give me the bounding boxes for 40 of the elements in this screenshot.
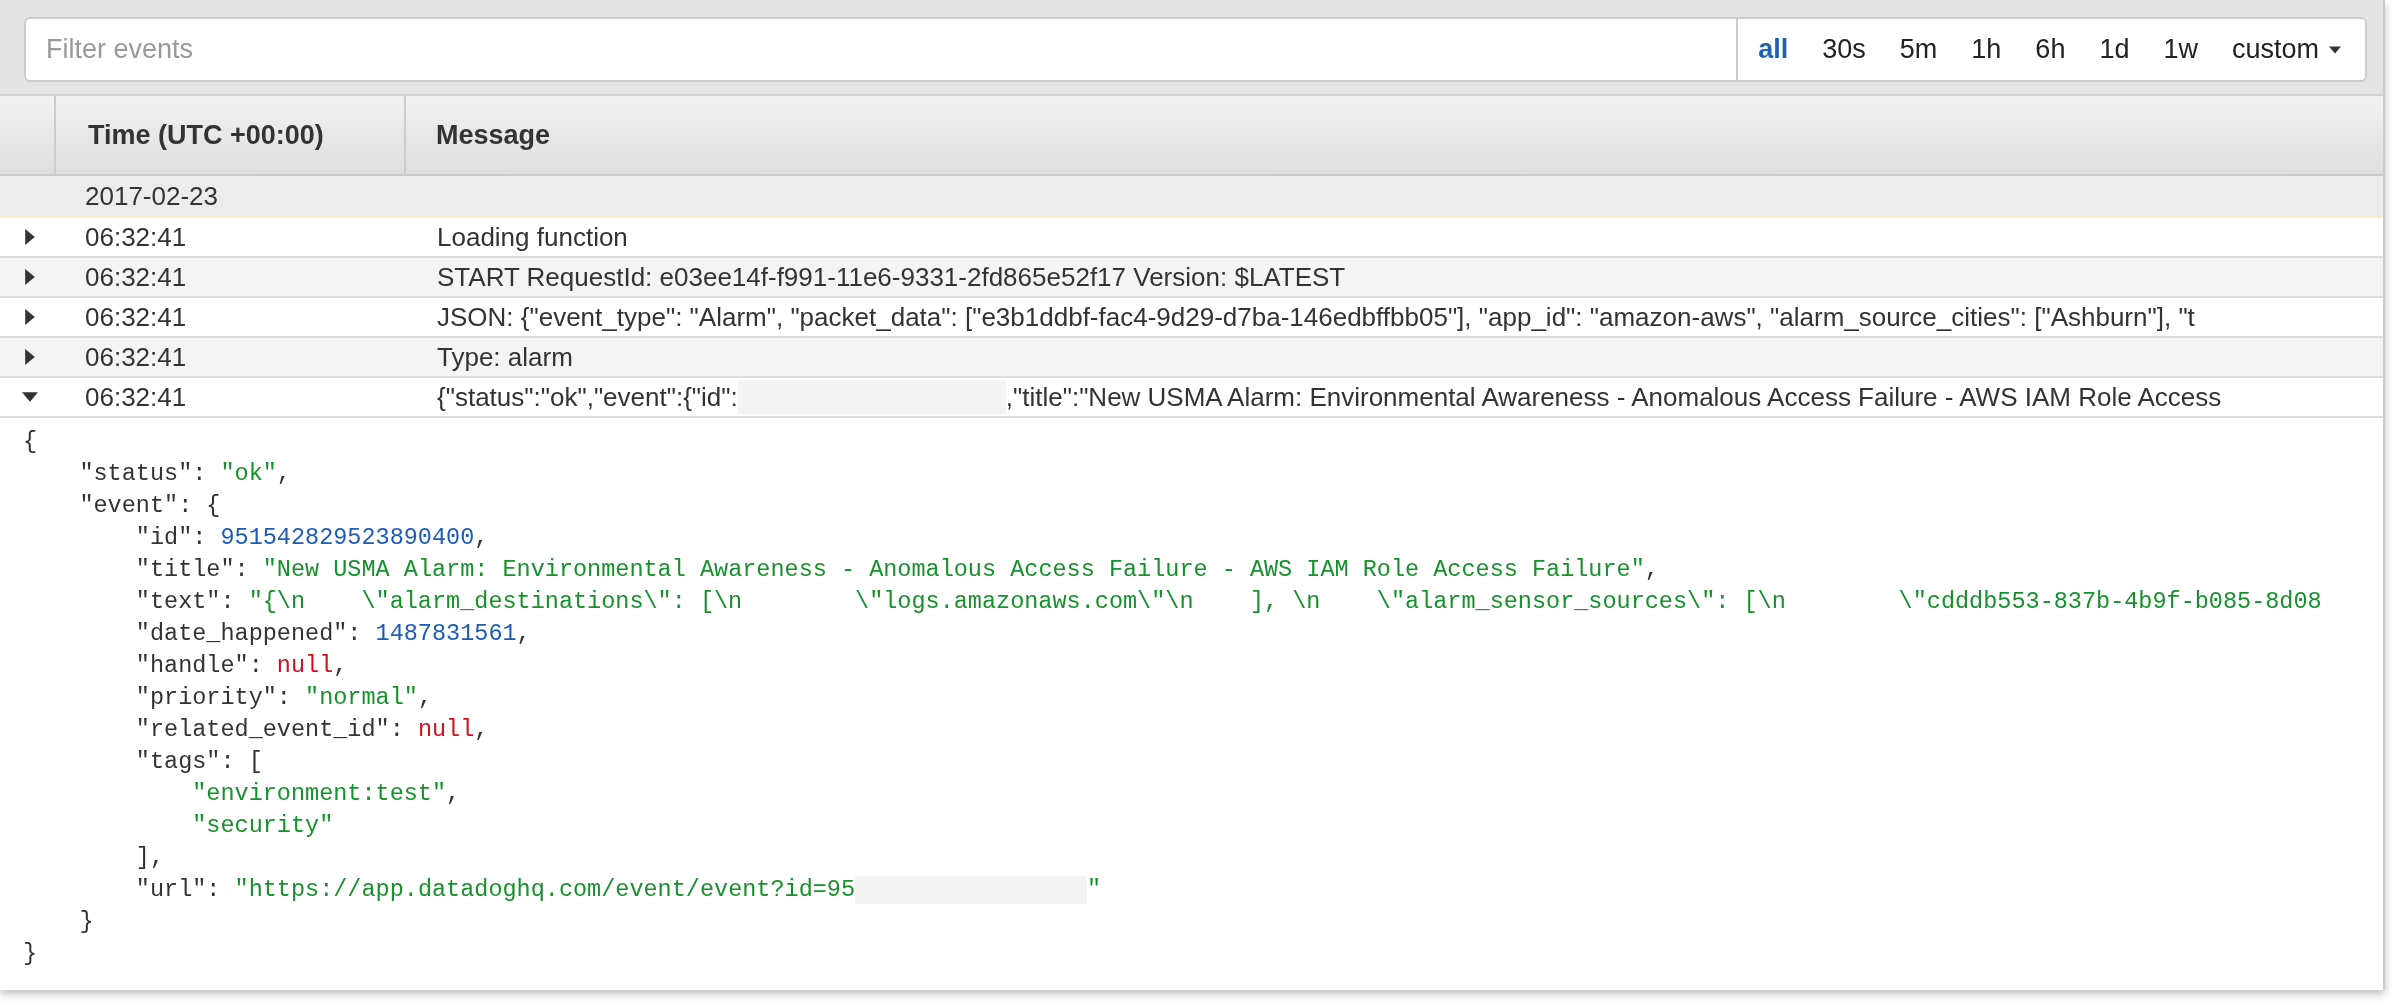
range-link[interactable]: 6h <box>2035 34 2066 65</box>
time-cell-text: 06:32:41 <box>85 221 188 253</box>
code-line: "url": "https://app.datadoghq.com/event/event?id=95 " <box>134 875 1102 906</box>
time-cell-text: 06:32:41 <box>85 341 188 373</box>
code-line: "handle": null, <box>134 651 348 681</box>
message-cell: {"status":"ok","event":{"id": ,"title":"New USMA Alarm: Environmental Awareness - Anomalous Access Failure - AWS IAM Role Access <box>437 380 2222 414</box>
range-link[interactable]: 30s <box>1822 34 1866 65</box>
range-link[interactable]: 1w <box>2163 34 2198 65</box>
code-line: "security" <box>191 811 334 841</box>
range-link[interactable]: 5m <box>1899 34 1938 65</box>
code-line: "text": "{\n \"alarm_destinations\": [\n \"logs.amazonaws.com\"\n ], \n \"alarm_sensor_sources\": [\n \"cdddb553-837b-4b9f-b085-8d08 <box>134 587 2322 617</box>
message-cell: JSON: {"event_type": "Alarm", "packet_data": ["e3b1ddbf-fac4-9d29-d7ba-146edbffbb05"], "app_id": "amazon-aws", "alarm_source_cities": ["Ashburn"], "t <box>437 301 2195 333</box>
code-line: "environment:test", <box>191 779 461 809</box>
code-line: "date_happened": 1487831561, <box>134 619 531 649</box>
time-cell-text: 06:32:41 <box>85 301 188 333</box>
range-link[interactable]: 1d <box>2099 34 2130 65</box>
caret-icon <box>2329 43 2341 56</box>
code-line: "event": { <box>78 491 221 521</box>
message-cell: Type: alarm <box>437 341 573 373</box>
range-link[interactable]: 1h <box>1971 34 2002 65</box>
column-header[interactable]: Message <box>406 96 2383 174</box>
column-header[interactable]: Time (UTC +00:00) <box>56 96 406 174</box>
code-line: "tags": [ <box>134 747 263 777</box>
message-cell: START RequestId: e03ee14f-f991-11e6-9331-2fd865e52f17 Version: $LATEST <box>437 261 1346 293</box>
code-line: ], <box>134 843 165 873</box>
range-dropdown[interactable]: custom <box>2231 34 2341 65</box>
code-line: { <box>23 427 38 457</box>
time-cell-text: 06:32:41 <box>85 261 188 293</box>
message-cell: Loading function <box>437 221 628 253</box>
time-cell-text: 06:32:41 <box>85 381 188 413</box>
code-line: "related_event_id": null, <box>134 715 489 745</box>
code-line: } <box>23 939 38 969</box>
filter-field[interactable]: Filter events <box>24 17 1737 82</box>
code-line: "priority": "normal", <box>134 683 432 713</box>
code-line: "title": "New USMA Alarm: Environmental Awareness - Anomalous Access Failure - AWS IAM Role Access Failure", <box>134 555 1659 585</box>
code-line: "id": 951542829523890400, <box>134 523 489 553</box>
code-line: "status": "ok", <box>78 459 291 489</box>
range-link[interactable]: all <box>1758 34 1789 65</box>
code-line: } <box>78 907 94 937</box>
date-label: 2017-02-23 <box>85 180 218 212</box>
